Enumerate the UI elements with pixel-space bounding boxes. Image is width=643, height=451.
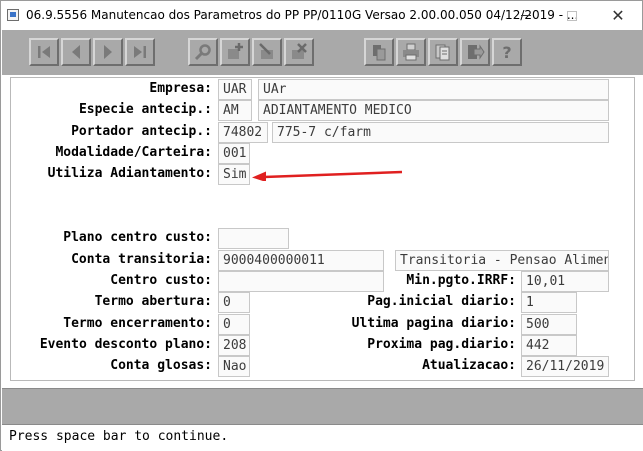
- evento-desconto-plano-label: Evento desconto plano:: [39, 337, 212, 352]
- exit-icon: [468, 44, 485, 60]
- next-record-button[interactable]: [93, 38, 123, 66]
- next-icon: [104, 45, 112, 59]
- especie-code-field[interactable]: AM: [218, 100, 252, 121]
- delete-icon: [292, 43, 307, 59]
- navigation-group: [29, 38, 157, 66]
- app-icon: [7, 9, 19, 21]
- help-button[interactable]: ?: [492, 38, 522, 66]
- svg-text:?: ?: [502, 43, 511, 62]
- toolbar: ?: [2, 30, 643, 75]
- especie-label: Especie antecip.:: [78, 102, 212, 117]
- termo-abertura-field[interactable]: 0: [218, 292, 250, 313]
- ultima-pagina-diario-label: Ultima pagina diario:: [351, 316, 516, 331]
- pag-inicial-diario-label: Pag.inicial diario:: [367, 294, 516, 309]
- help-icon: ?: [502, 43, 511, 62]
- ultima-pagina-diario-field[interactable]: 500: [521, 314, 577, 335]
- copy-button[interactable]: [364, 38, 394, 66]
- close-button[interactable]: ✕: [595, 1, 641, 30]
- proxima-pag-diario-label: Proxima pag.diario:: [367, 337, 516, 352]
- form-panel: Empresa: UAR UAr Especie antecip.: AM AD…: [2, 75, 643, 388]
- last-record-button[interactable]: [125, 38, 155, 66]
- search-icon: [194, 44, 211, 61]
- centro-custo-field[interactable]: [218, 271, 384, 292]
- search-button[interactable]: [188, 38, 218, 66]
- plano-centro-custo-label: Plano centro custo:: [63, 230, 212, 245]
- previous-record-button[interactable]: [61, 38, 91, 66]
- prev-icon: [72, 45, 80, 59]
- min-pgto-irrf-label: Min.pgto.IRRF:: [406, 273, 516, 288]
- portador-label: Portador antecip.:: [71, 124, 212, 139]
- pag-inicial-diario-field[interactable]: 1: [521, 292, 577, 313]
- first-icon: [38, 46, 50, 58]
- conta-glosas-field[interactable]: Nao: [218, 356, 250, 377]
- empresa-code-field[interactable]: UAR: [218, 79, 252, 100]
- conta-glosas-label: Conta glosas:: [110, 358, 212, 373]
- add-icon: [228, 43, 243, 59]
- delete-button[interactable]: [284, 38, 314, 66]
- window-title: 06.9.5556 Manutencao dos Parametros do P…: [26, 8, 579, 22]
- exit-button[interactable]: [460, 38, 490, 66]
- add-button[interactable]: [220, 38, 250, 66]
- atualizacao-label: Atualizacao:: [422, 358, 516, 373]
- min-pgto-irrf-field[interactable]: 10,01: [521, 271, 609, 292]
- modify-icon: [259, 43, 273, 59]
- termo-abertura-label: Termo abertura:: [94, 294, 212, 309]
- utiliza-adiantamento-field[interactable]: Sim: [218, 164, 250, 185]
- minimize-icon: [521, 15, 531, 16]
- modalidade-field[interactable]: 001: [218, 143, 250, 164]
- print-icon: [403, 43, 419, 61]
- evento-desconto-plano-field[interactable]: 208: [218, 335, 250, 356]
- title-bar: 06.9.5556 Manutencao dos Parametros do P…: [1, 1, 642, 30]
- minimize-button[interactable]: [503, 1, 549, 30]
- first-record-button[interactable]: [29, 38, 59, 66]
- last-icon: [134, 46, 146, 58]
- modalidade-label: Modalidade/Carteira:: [55, 145, 212, 160]
- notes-button[interactable]: [428, 38, 458, 66]
- empresa-label: Empresa:: [149, 81, 212, 96]
- print-button[interactable]: [396, 38, 426, 66]
- status-bar: Press space bar to continue.: [2, 424, 643, 451]
- status-message: Press space bar to continue.: [9, 429, 229, 444]
- especie-desc-field[interactable]: ADIANTAMENTO MEDICO: [258, 100, 609, 121]
- conta-transitoria-desc-field[interactable]: Transitoria - Pensao Alimen: [395, 250, 609, 271]
- copy-icon: [373, 45, 386, 61]
- centro-custo-label: Centro custo:: [110, 273, 212, 288]
- conta-transitoria-field[interactable]: 9000400000011: [218, 250, 384, 271]
- red-arrow-annotation: [252, 170, 403, 181]
- proxima-pag-diario-field[interactable]: 442: [521, 335, 577, 356]
- maximize-icon: [567, 10, 577, 21]
- command-area: [2, 388, 643, 424]
- close-icon: ✕: [611, 6, 625, 25]
- maximize-button[interactable]: [549, 1, 595, 30]
- conta-transitoria-label: Conta transitoria:: [71, 252, 212, 267]
- termo-encerramento-label: Termo encerramento:: [63, 316, 212, 331]
- portador-code-field[interactable]: 74802: [218, 122, 268, 143]
- plano-centro-custo-field[interactable]: [218, 228, 289, 249]
- empresa-desc-field[interactable]: UAr: [258, 79, 609, 100]
- edit-group: [188, 38, 316, 66]
- modify-button[interactable]: [252, 38, 282, 66]
- portador-desc-field[interactable]: 775-7 c/farm: [272, 122, 609, 143]
- notes-icon: [435, 44, 450, 61]
- atualizacao-field[interactable]: 26/11/2019: [521, 356, 609, 377]
- utiliza-adiantamento-label: Utiliza Adiantamento:: [47, 166, 212, 181]
- termo-encerramento-field[interactable]: 0: [218, 314, 250, 335]
- tools-group: ?: [364, 38, 524, 66]
- app-window: 06.9.5556 Manutencao dos Parametros do P…: [0, 0, 643, 451]
